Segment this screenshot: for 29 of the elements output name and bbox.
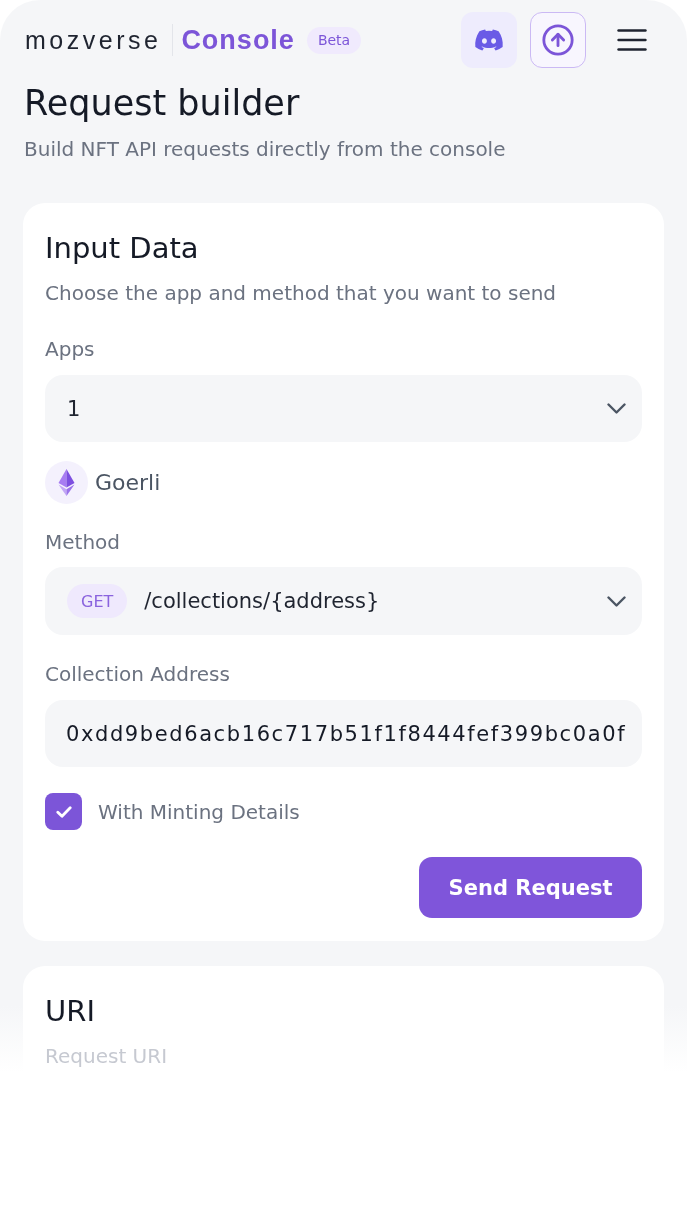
field-label: Method (45, 530, 121, 554)
network-name: Goerli (95, 470, 161, 495)
product-name: Console (181, 24, 295, 56)
page-title: Request builder (24, 83, 301, 123)
arrow-up-circle-icon (541, 23, 575, 57)
apps-select[interactable]: 1 (45, 375, 642, 442)
field-label: Collection Address (45, 662, 231, 686)
card-title: Input Data (45, 231, 200, 265)
beta-badge: Beta (306, 26, 362, 54)
checkbox-label: With Minting Details (98, 799, 300, 824)
card-subtitle: Request URI (45, 1043, 169, 1069)
select-value: 1 (67, 396, 82, 421)
endpoint-path: /collections/{address} (144, 589, 381, 613)
check-icon (55, 805, 72, 818)
upload-button[interactable] (530, 12, 586, 68)
address-input[interactable]: 0xdd9bed6acb16c717b51f1f8444fef399bc0a0f (45, 700, 642, 767)
field-label: Apps (45, 337, 96, 361)
card-title: URI (45, 994, 96, 1028)
menu-icon (617, 29, 647, 51)
chevron-down-icon (607, 403, 626, 414)
send-request-button[interactable]: Send Request (419, 857, 642, 918)
logo-wordmark: mozverse (25, 25, 162, 55)
card-subtitle: Choose the app and method that you want to send (45, 280, 558, 306)
discord-button[interactable] (461, 12, 517, 68)
chevron-down-icon (607, 595, 626, 607)
http-method-badge: GET (67, 584, 128, 618)
page-subtitle: Build NFT API requests directly from the console (24, 136, 507, 162)
checkbox[interactable] (45, 793, 82, 830)
method-select[interactable]: GET /collections/{address} (45, 567, 642, 635)
